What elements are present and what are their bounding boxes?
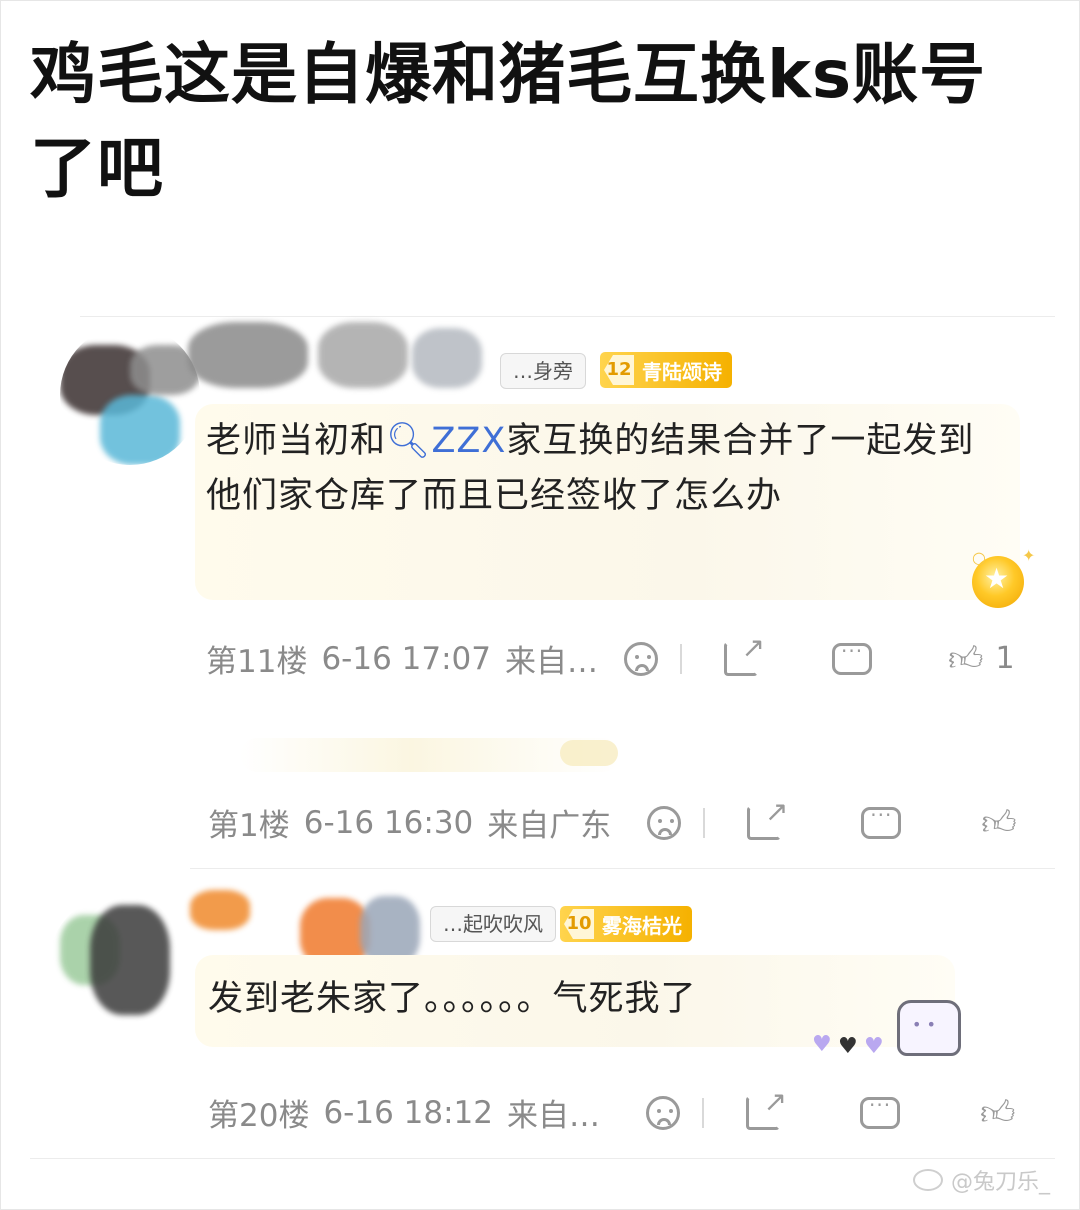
watermark: @兔刀乐_ (912, 1164, 1050, 1196)
share-icon[interactable] (747, 795, 788, 840)
sad-face-icon[interactable] (646, 1095, 680, 1130)
floor-number: 第20楼 (208, 1098, 310, 1134)
divider (80, 316, 1055, 317)
floor-number: 第11楼 (206, 644, 308, 680)
thumbs-up-icon[interactable]: 👍︎ (980, 1096, 1016, 1130)
bunny-sticker-icon (897, 1000, 961, 1056)
thumbs-up-icon[interactable]: 👍︎ (948, 642, 984, 676)
sparkle-icon: ✦ (1022, 546, 1036, 565)
comment-location: 来自… (507, 1098, 600, 1134)
comment-text: 发到老朱家了。。。。。。气死我了 (208, 979, 697, 1019)
sparkle-icon: ○ (972, 548, 986, 567)
redacted-name-scribble (412, 328, 482, 388)
thumbs-up-icon[interactable]: 👍︎ (981, 806, 1017, 840)
level-badge: 12 青陆颂诗 (600, 352, 732, 388)
sad-face-icon[interactable] (647, 805, 682, 840)
comment-meta: 第11楼 6-16 17:07 来自… 👍︎ 1 (206, 631, 1026, 681)
heart-icon: ♥ (864, 1034, 884, 1059)
heart-icon: ♥ (812, 1032, 832, 1057)
username-tag[interactable]: …起吹吹风 (430, 906, 556, 942)
post-headline: 鸡毛这是自爆和猪毛互换ks账号了吧 (30, 36, 987, 207)
separator (680, 643, 682, 674)
comment-icon[interactable] (861, 803, 902, 839)
avatar[interactable] (50, 895, 190, 1025)
comment-icon[interactable] (832, 639, 872, 675)
divider (30, 1158, 1055, 1159)
comment-location: 来自广东 (487, 808, 612, 844)
redacted-name-scribble (318, 322, 408, 388)
comment-time: 6-16 16:30 (303, 804, 474, 841)
level-number: 12 (604, 355, 634, 385)
comment-icon[interactable] (860, 1093, 900, 1129)
like-count: 1 (995, 641, 1015, 676)
separator (702, 1097, 704, 1128)
share-icon[interactable] (746, 1085, 787, 1130)
level-title: 青陆颂诗 (642, 359, 722, 384)
comment-meta: 第1楼 6-16 16:30 来自广东 👍︎ (208, 795, 1028, 845)
comment-time: 6-16 17:07 (321, 640, 491, 677)
watermark-text: @兔刀乐_ (950, 1170, 1050, 1195)
comment-meta: 第20楼 6-16 18:12 来自… 👍︎ (208, 1085, 1028, 1135)
sticker-fragment (560, 740, 618, 766)
floor-number: 第1楼 (208, 808, 290, 844)
comment-text: 老师当初和🔍︎ZZX家互换的结果合并了一起发到他们家仓库了而且已经签收了怎么办 (206, 421, 975, 516)
redacted-name-scribble (190, 890, 250, 930)
comment-time: 6-16 18:12 (323, 1094, 493, 1131)
divider (190, 868, 1055, 869)
sad-face-icon[interactable] (624, 641, 658, 676)
level-badge: 10 雾海桔光 (560, 906, 692, 942)
redacted-name-scribble (188, 322, 308, 388)
username-tag[interactable]: …身旁 (500, 353, 586, 389)
level-number: 10 (564, 909, 594, 939)
mention-link[interactable]: 🔍︎ZZX (386, 421, 506, 461)
avatar[interactable] (60, 325, 200, 465)
share-icon[interactable] (724, 631, 765, 676)
search-icon: 🔍︎ (386, 421, 432, 461)
weibo-logo-icon (912, 1169, 943, 1191)
level-title: 雾海桔光 (602, 913, 682, 938)
heart-icon: ♥ (838, 1034, 858, 1059)
separator (703, 807, 706, 838)
comment-location: 来自… (505, 644, 598, 680)
